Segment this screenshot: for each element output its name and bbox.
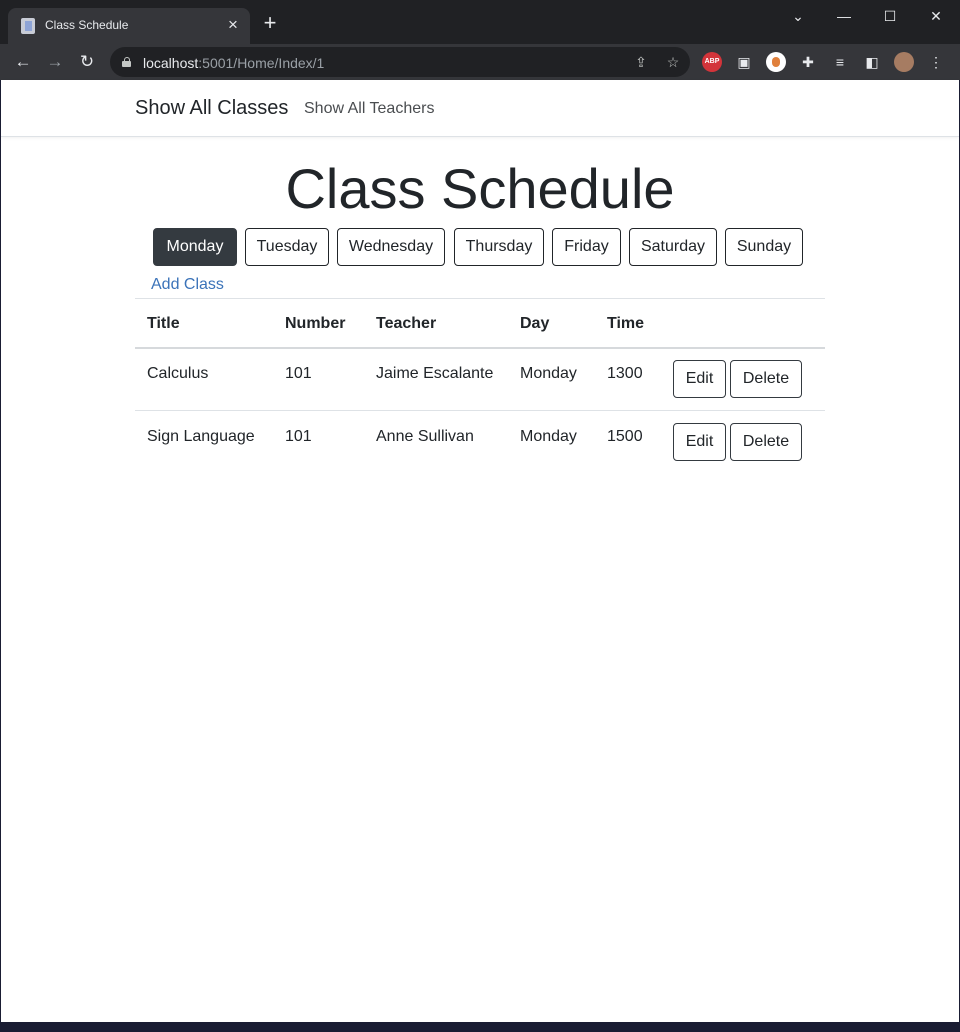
cell-title: Sign Language xyxy=(147,428,255,445)
day-button-wednesday[interactable]: Wednesday xyxy=(337,228,445,266)
cell-day: Monday xyxy=(520,365,577,382)
desktop-background xyxy=(0,1022,960,1032)
cell-number: 101 xyxy=(285,428,312,445)
extension-icon[interactable]: ▣ xyxy=(734,52,754,72)
close-window-icon[interactable]: ✕ xyxy=(922,7,950,25)
kebab-menu-icon[interactable]: ⋮ xyxy=(926,52,946,72)
avatar[interactable] xyxy=(894,52,914,72)
add-class-link[interactable]: Add Class xyxy=(151,276,224,294)
reading-list-icon[interactable]: ≡ xyxy=(830,52,850,72)
browser-toolbar: ← → ↻ localhost:5001/Home/Index/1 ⇪ ☆ AB… xyxy=(0,44,960,80)
address-bar[interactable]: localhost:5001/Home/Index/1 ⇪ ☆ xyxy=(110,47,690,77)
day-button-thursday[interactable]: Thursday xyxy=(454,228,544,266)
column-header-day: Day xyxy=(520,315,550,332)
delete-button[interactable]: Delete xyxy=(730,423,802,461)
cell-teacher: Jaime Escalante xyxy=(376,365,494,382)
day-button-tuesday[interactable]: Tuesday xyxy=(245,228,329,266)
file-icon xyxy=(21,18,35,34)
day-button-sunday[interactable]: Sunday xyxy=(725,228,803,266)
browser-tab[interactable]: Class Schedule × xyxy=(8,8,250,44)
column-header-teacher: Teacher xyxy=(376,315,437,332)
day-button-saturday[interactable]: Saturday xyxy=(629,228,717,266)
page-title: Class Schedule xyxy=(285,157,675,220)
chevron-down-icon[interactable]: ⌄ xyxy=(784,7,812,25)
plus-icon[interactable]: + xyxy=(260,12,280,34)
browser-titlebar: Class Schedule × + ⌄ — ☐ ✕ xyxy=(0,0,960,44)
minimize-icon[interactable]: — xyxy=(830,7,858,25)
close-icon[interactable]: × xyxy=(224,15,242,35)
star-icon[interactable]: ☆ xyxy=(664,53,682,71)
share-icon[interactable]: ⇪ xyxy=(632,53,650,71)
puzzle-icon[interactable]: ✚ xyxy=(798,52,818,72)
forward-arrow-icon[interactable]: → xyxy=(45,52,65,72)
day-button-friday[interactable]: Friday xyxy=(552,228,621,266)
adblock-icon[interactable]: ABP xyxy=(702,52,722,72)
cell-day: Monday xyxy=(520,428,577,445)
url-text: localhost:5001/Home/Index/1 xyxy=(143,55,325,71)
cell-time: 1300 xyxy=(607,365,643,382)
cell-time: 1500 xyxy=(607,428,643,445)
back-arrow-icon[interactable]: ← xyxy=(13,52,33,72)
delete-button[interactable]: Delete xyxy=(730,360,802,398)
reload-icon[interactable]: ↻ xyxy=(77,52,97,72)
extension-icon[interactable] xyxy=(766,52,786,72)
divider xyxy=(135,347,825,349)
cell-teacher: Anne Sullivan xyxy=(376,428,474,445)
brand-link[interactable]: Show All Classes xyxy=(135,97,288,120)
cell-title: Calculus xyxy=(147,365,209,382)
cell-number: 101 xyxy=(285,365,312,382)
column-header-time: Time xyxy=(607,315,645,332)
nav-link-teachers[interactable]: Show All Teachers xyxy=(304,100,434,118)
lock-icon[interactable] xyxy=(122,57,131,67)
navbar: Show All Classes Show All Teachers xyxy=(1,80,959,137)
maximize-icon[interactable]: ☐ xyxy=(876,7,904,25)
edit-button[interactable]: Edit xyxy=(673,360,726,398)
column-header-title: Title xyxy=(147,315,180,332)
divider xyxy=(135,298,825,299)
column-header-number: Number xyxy=(285,315,346,332)
tab-title: Class Schedule xyxy=(45,18,129,32)
divider xyxy=(135,410,825,411)
page-viewport: Show All Classes Show All Teachers Class… xyxy=(1,80,959,1022)
day-button-monday[interactable]: Monday xyxy=(153,228,237,266)
edit-button[interactable]: Edit xyxy=(673,423,726,461)
side-panel-icon[interactable]: ◧ xyxy=(862,52,882,72)
